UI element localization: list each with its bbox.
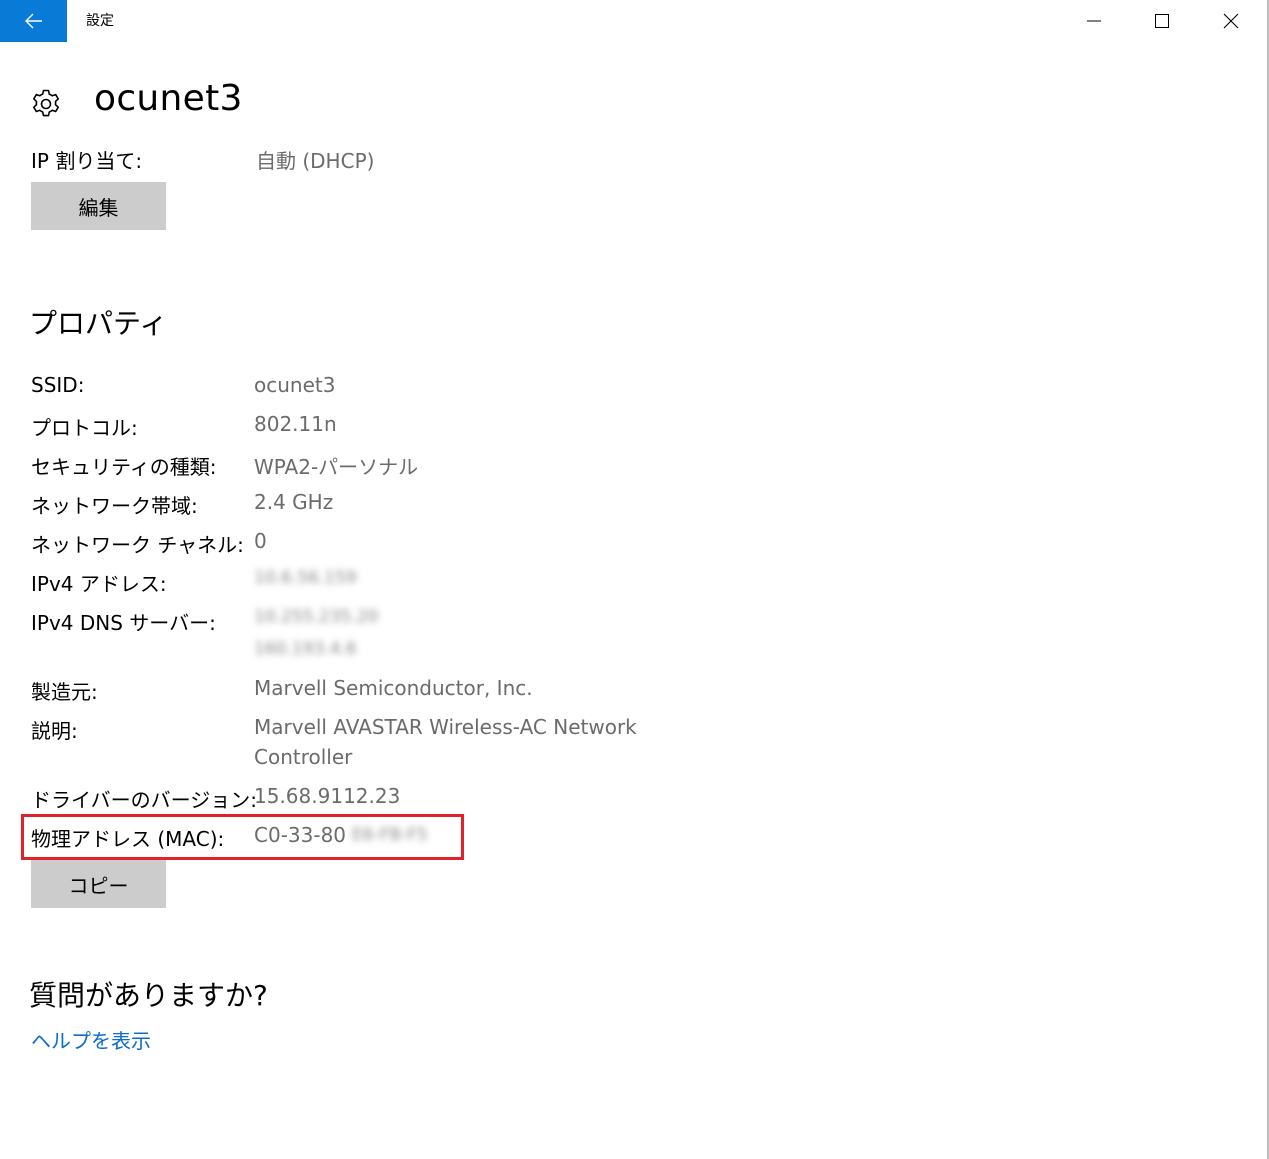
manufacturer-value: Marvell Semiconductor, Inc.: [254, 676, 533, 700]
back-arrow-icon: [24, 13, 42, 29]
ipv4-dns-value-1: 10.255.235.20: [254, 607, 379, 627]
security-type-label: セキュリティの種類:: [31, 455, 217, 479]
ipv4-address-label: IPv4 アドレス:: [31, 572, 167, 596]
ipv4-dns-value-2: 160.193.4.6: [254, 639, 357, 659]
minimize-button[interactable]: [1060, 0, 1128, 42]
security-type-value: WPA2-パーソナル: [254, 455, 419, 479]
network-channel-value: 0: [254, 529, 267, 553]
gear-icon: [33, 89, 59, 117]
page-title: ocunet3: [94, 78, 243, 119]
back-button[interactable]: [0, 0, 67, 42]
description-label: 説明:: [31, 719, 78, 743]
ipv4-dns-label: IPv4 DNS サーバー:: [31, 611, 216, 635]
close-button[interactable]: [1197, 0, 1265, 42]
network-band-value: 2.4 GHz: [254, 490, 334, 514]
settings-window: 設定 ocunet3 IP 割り当て: 自動 (DHCP) 編集 プロパティ S…: [0, 0, 1269, 1159]
mac-highlight-box: [21, 814, 464, 860]
close-icon: [1223, 13, 1239, 29]
driver-version-value: 15.68.9112.23: [254, 784, 401, 808]
ip-assignment-label: IP 割り当て:: [31, 149, 143, 173]
minimize-icon: [1087, 20, 1101, 22]
maximize-button[interactable]: [1128, 0, 1196, 42]
network-channel-label: ネットワーク チャネル:: [31, 533, 244, 557]
help-title: 質問がありますか?: [29, 979, 268, 1012]
ip-assignment-value: 自動 (DHCP): [256, 149, 375, 173]
properties-title: プロパティ: [29, 307, 168, 340]
title-bar: 設定: [0, 0, 1267, 42]
network-band-label: ネットワーク帯域:: [31, 494, 198, 518]
maximize-icon: [1155, 14, 1169, 28]
protocol-value: 802.11n: [254, 412, 337, 436]
ssid-label: SSID:: [31, 373, 85, 397]
ipv4-address-value: 10.6.56.159: [254, 568, 357, 588]
show-help-link[interactable]: ヘルプを表示: [31, 1025, 151, 1054]
ssid-value: ocunet3: [254, 373, 336, 397]
edit-button[interactable]: 編集: [31, 182, 166, 230]
driver-version-label: ドライバーのバージョン:: [31, 788, 257, 812]
protocol-label: プロトコル:: [31, 416, 138, 440]
copy-button[interactable]: コピー: [31, 860, 166, 908]
description-value-line2: Controller: [254, 745, 353, 769]
manufacturer-label: 製造元:: [31, 680, 98, 704]
description-value-line1: Marvell AVASTAR Wireless-AC Network: [254, 715, 637, 739]
app-title: 設定: [86, 13, 114, 29]
